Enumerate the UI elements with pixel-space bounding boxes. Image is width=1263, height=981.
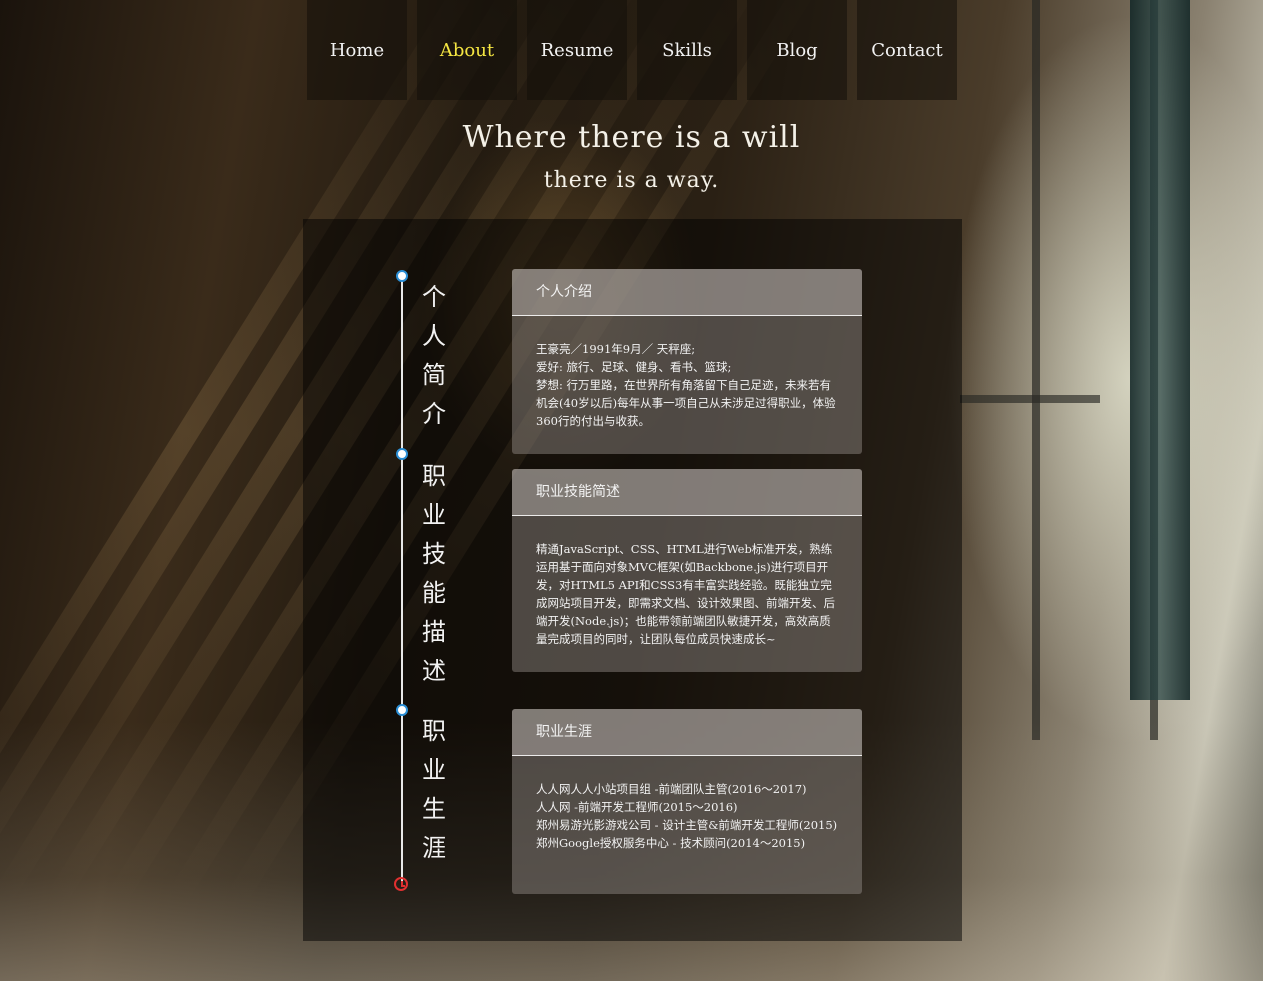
skills-card: 职业技能简述 精通JavaScript、CSS、HTML进行Web标准开发，熟练… (512, 469, 862, 672)
nav-blog[interactable]: Blog (747, 0, 847, 100)
top-navigation: Home About Resume Skills Blog Contact (307, 0, 957, 100)
about-panel: 个人简介 职业技能描述 职业生涯 个人介绍 王豪亮／1991年9月／ 天秤座; … (303, 219, 962, 941)
skills-card-body: 精通JavaScript、CSS、HTML进行Web标准开发，熟练运用基于面向对… (512, 516, 862, 648)
timeline-dot (396, 448, 408, 460)
intro-card: 个人介绍 王豪亮／1991年9月／ 天秤座; 爱好: 旅行、足球、健身、看书、篮… (512, 269, 862, 454)
timeline-dot (396, 704, 408, 716)
nav-about[interactable]: About (417, 0, 517, 100)
intro-card-title: 个人介绍 (512, 269, 862, 316)
hero-slogan-line2: there is a way. (543, 168, 720, 193)
timeline-dot (396, 270, 408, 282)
timeline-label-intro[interactable]: 个人简介 (419, 278, 449, 434)
nav-resume[interactable]: Resume (527, 0, 627, 100)
intro-line: 梦想: 行万里路，在世界所有角落留下自己足迹，未来若有机会(40岁以后)每年从事… (536, 378, 836, 428)
career-line: 郑州Google授权服务中心 - 技术顾问(2014～2015) (536, 836, 806, 850)
timeline-label-career[interactable]: 职业生涯 (419, 712, 449, 868)
clock-icon (394, 877, 408, 891)
career-line: 人人网人人小站项目组 -前端团队主管(2016～2017) (536, 782, 807, 796)
career-line: 人人网 -前端开发工程师(2015～2016) (536, 800, 738, 814)
skills-card-title: 职业技能简述 (512, 469, 862, 516)
intro-line: 王豪亮／1991年9月／ 天秤座; (536, 342, 696, 356)
skills-text: 精通JavaScript、CSS、HTML进行Web标准开发，熟练运用基于面向对… (536, 542, 835, 646)
timeline-label-skills[interactable]: 职业技能描述 (419, 457, 449, 691)
intro-line: 爱好: 旅行、足球、健身、看书、篮球; (536, 360, 732, 374)
timeline-line (401, 275, 403, 885)
intro-card-body: 王豪亮／1991年9月／ 天秤座; 爱好: 旅行、足球、健身、看书、篮球; 梦想… (512, 316, 862, 430)
nav-contact[interactable]: Contact (857, 0, 957, 100)
career-card-body: 人人网人人小站项目组 -前端团队主管(2016～2017) 人人网 -前端开发工… (512, 756, 862, 852)
nav-skills[interactable]: Skills (637, 0, 737, 100)
career-line: 郑州易游光影游戏公司 - 设计主管&前端开发工程师(2015) (536, 818, 838, 832)
nav-home[interactable]: Home (307, 0, 407, 100)
career-card: 职业生涯 人人网人人小站项目组 -前端团队主管(2016～2017) 人人网 -… (512, 709, 862, 894)
career-card-title: 职业生涯 (512, 709, 862, 756)
hero-slogan-line1: Where there is a will (462, 120, 801, 155)
